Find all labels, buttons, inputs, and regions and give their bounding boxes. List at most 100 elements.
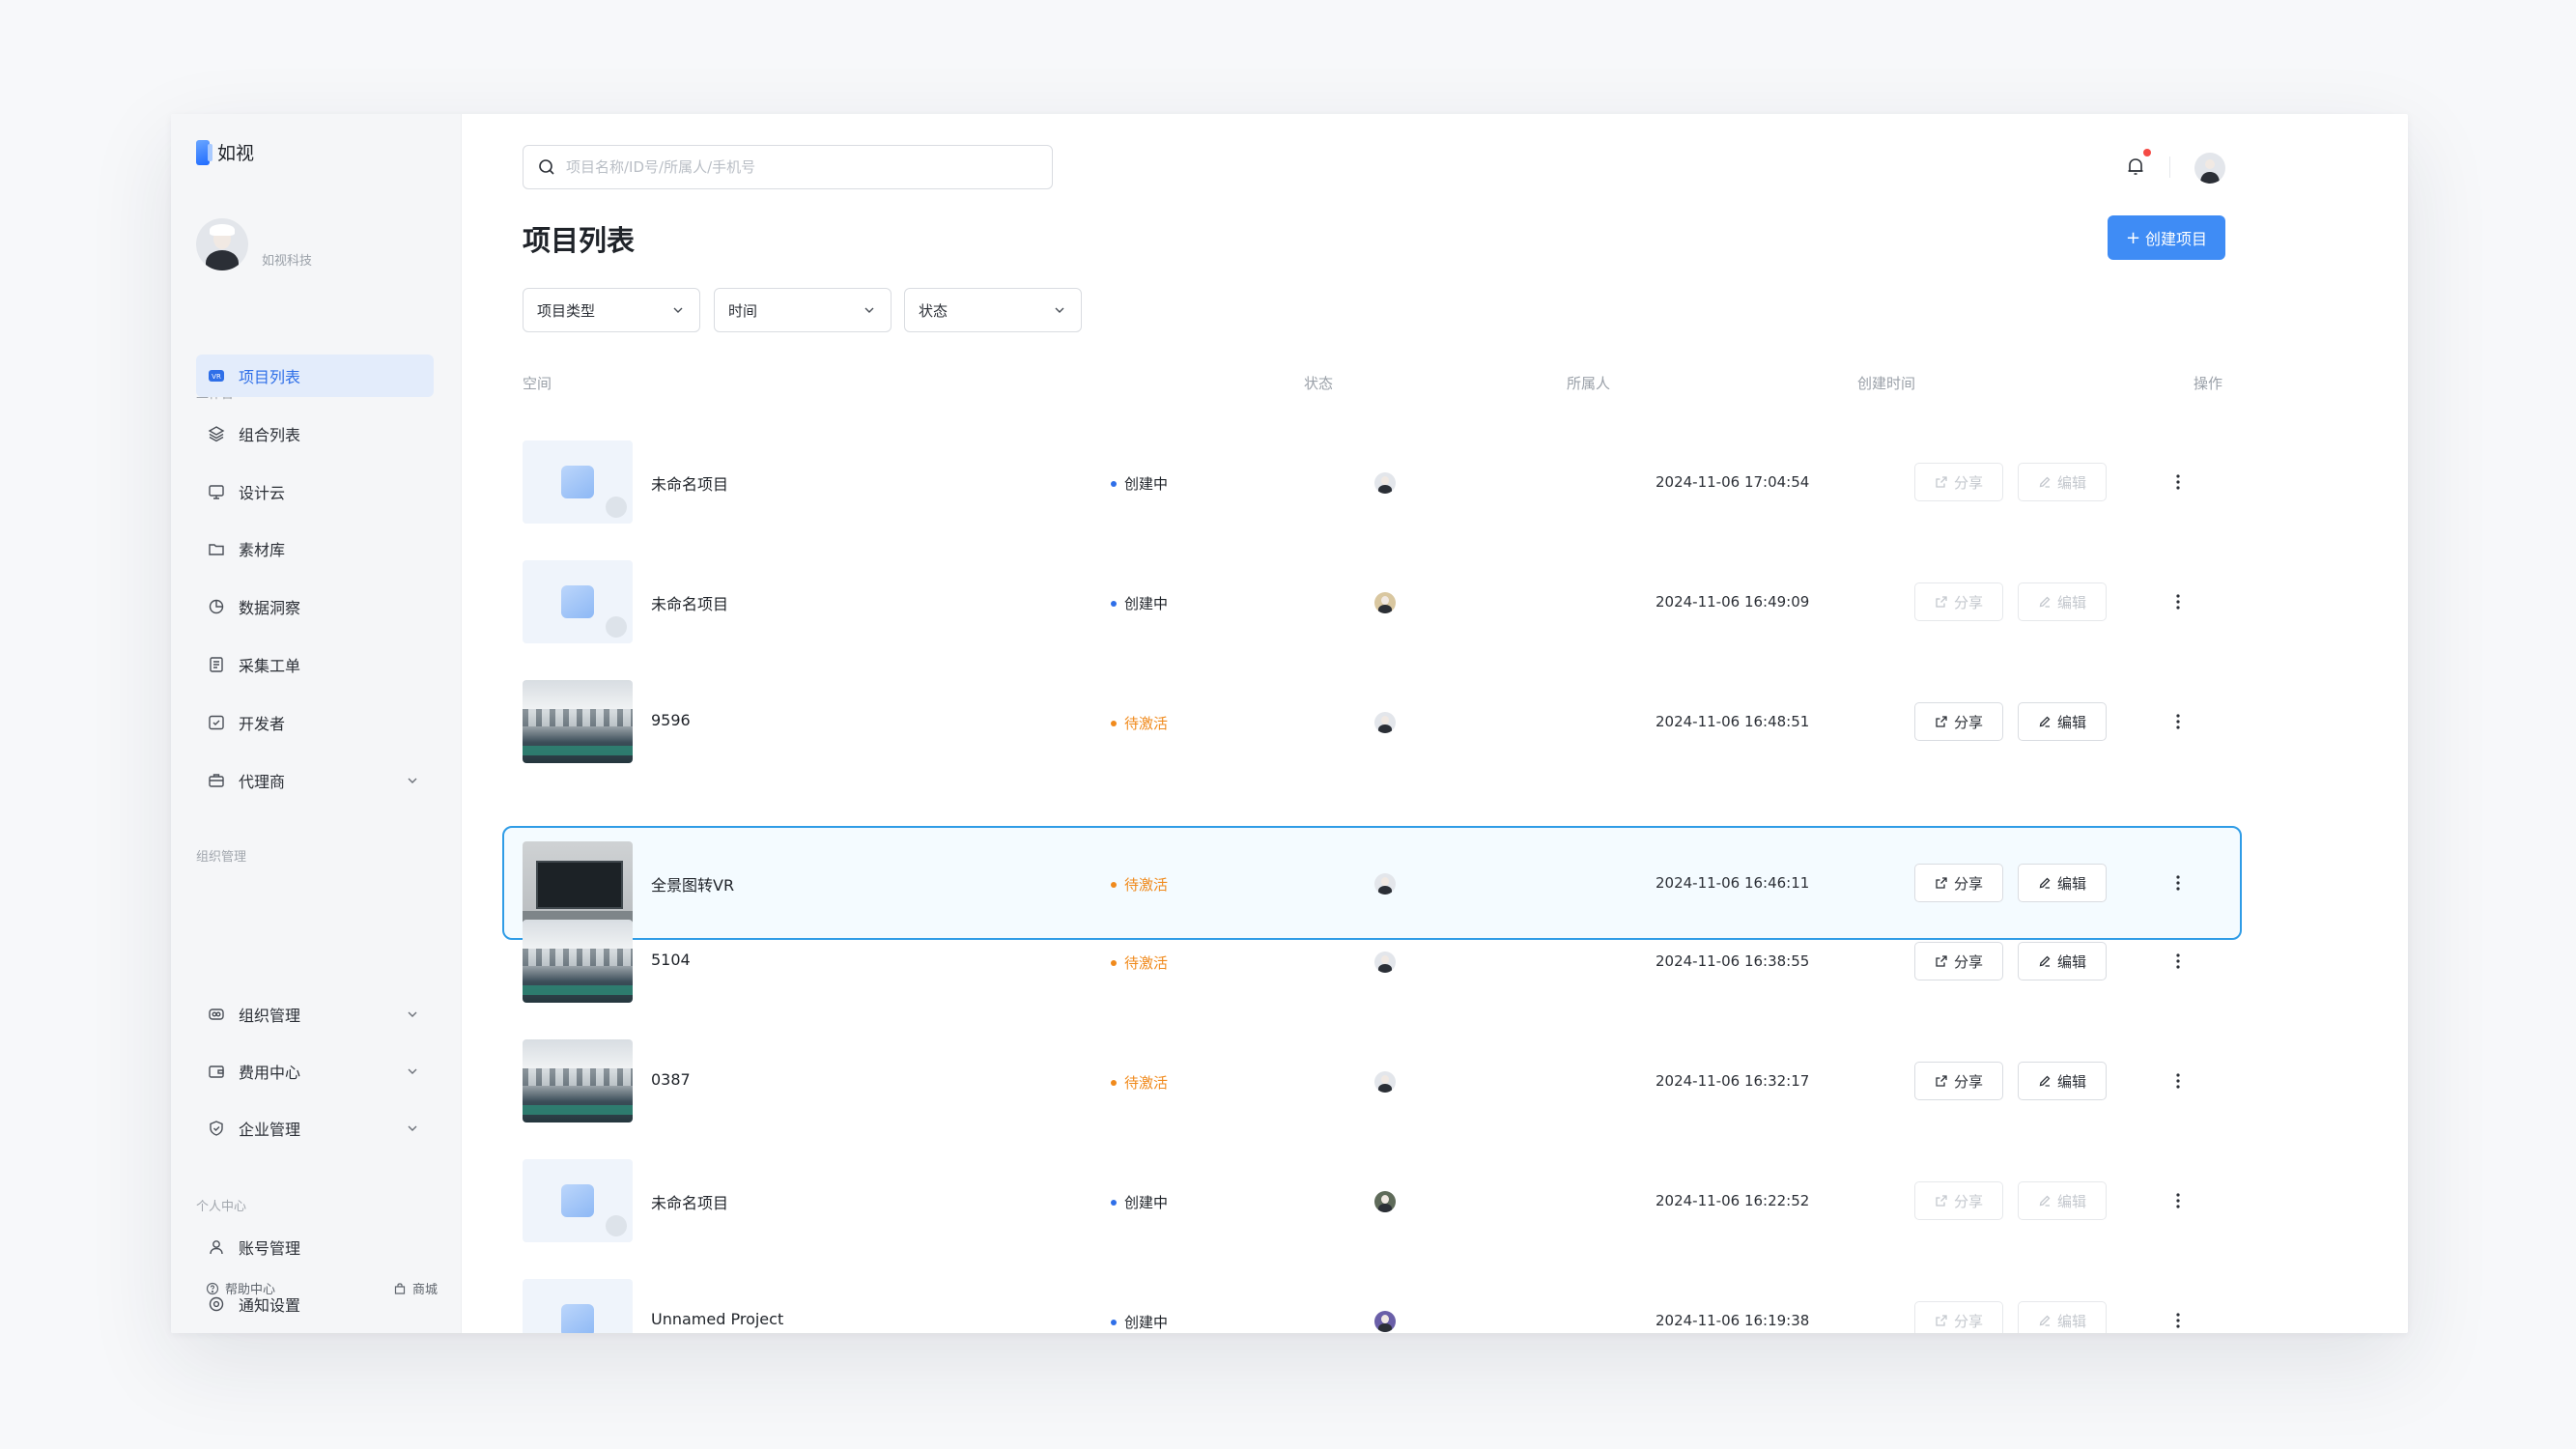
project-name[interactable]: 全景图转VR bbox=[651, 872, 734, 895]
share-icon bbox=[1935, 595, 1954, 609]
profile[interactable]: 如视科技 bbox=[196, 218, 312, 270]
sidebar-item-org-management[interactable]: 组织管理 bbox=[196, 993, 434, 1036]
help-center-link[interactable]: 帮助中心 bbox=[206, 1279, 275, 1297]
owner-avatar[interactable] bbox=[1374, 1071, 1396, 1093]
more-options-icon[interactable] bbox=[2167, 872, 2189, 894]
owner-avatar[interactable] bbox=[1374, 592, 1396, 613]
app-logo[interactable]: 如视 bbox=[196, 139, 254, 165]
table-row[interactable]: 5104 待激活 2024-11-06 16:38:55 分享 编辑 bbox=[523, 908, 2232, 1014]
create-project-button[interactable]: + 创建项目 bbox=[2108, 215, 2225, 260]
table-row[interactable]: 未命名项目 创建中 2024-11-06 16:49:09 分享 编辑 bbox=[523, 549, 2232, 655]
table-row[interactable]: 未命名项目 创建中 2024-11-06 17:04:54 分享 编辑 bbox=[523, 429, 2232, 535]
edit-button[interactable]: 编辑 bbox=[2018, 1181, 2107, 1220]
shop-link[interactable]: 商城 bbox=[393, 1279, 438, 1297]
chevron-down-icon[interactable] bbox=[405, 773, 420, 788]
more-options-icon[interactable] bbox=[2167, 471, 2189, 493]
share-button[interactable]: 分享 bbox=[1914, 942, 2003, 980]
edit-label: 编辑 bbox=[2056, 952, 2086, 971]
edit-label: 编辑 bbox=[2056, 473, 2086, 492]
edit-button[interactable]: 编辑 bbox=[2018, 942, 2107, 980]
chevron-down-icon bbox=[673, 307, 683, 313]
chevron-down-icon[interactable] bbox=[405, 1121, 420, 1136]
sidebar-item-billing[interactable]: 费用中心 bbox=[196, 1050, 434, 1093]
shop-icon bbox=[394, 1282, 406, 1294]
project-thumbnail[interactable] bbox=[523, 560, 633, 643]
project-name[interactable]: 9596 bbox=[651, 711, 691, 729]
share-button[interactable]: 分享 bbox=[1914, 864, 2003, 902]
divider bbox=[2169, 156, 2170, 178]
filter-time[interactable]: 时间 bbox=[714, 288, 892, 332]
table-row[interactable]: 未命名项目 创建中 2024-11-06 16:22:52 分享 编辑 bbox=[523, 1148, 2232, 1254]
sidebar-item-agent[interactable]: 代理商 bbox=[196, 759, 434, 802]
project-thumbnail[interactable] bbox=[523, 1039, 633, 1122]
project-name[interactable]: 0387 bbox=[651, 1070, 691, 1089]
owner-avatar[interactable] bbox=[1374, 1191, 1396, 1212]
project-name[interactable]: Unnamed Project bbox=[651, 1310, 783, 1328]
status-dot bbox=[1111, 1319, 1117, 1325]
owner-avatar[interactable] bbox=[1374, 873, 1396, 895]
share-icon bbox=[1935, 1074, 1954, 1088]
status-text: 创建中 bbox=[1124, 1314, 1169, 1331]
more-options-icon[interactable] bbox=[2167, 1310, 2189, 1331]
share-button[interactable]: 分享 bbox=[1914, 582, 2003, 621]
chevron-down-icon[interactable] bbox=[405, 1007, 420, 1022]
sidebar-item-enterprise[interactable]: 企业管理 bbox=[196, 1107, 434, 1150]
project-name[interactable]: 未命名项目 bbox=[651, 471, 728, 495]
project-thumbnail[interactable] bbox=[523, 440, 633, 524]
created-time: 2024-11-06 17:04:54 bbox=[1656, 473, 1810, 491]
project-name[interactable]: 未命名项目 bbox=[651, 591, 728, 614]
share-button[interactable]: 分享 bbox=[1914, 702, 2003, 741]
sidebar-item-capture-orders[interactable]: 采集工单 bbox=[196, 643, 434, 686]
share-label: 分享 bbox=[1953, 1192, 1983, 1210]
sidebar-item-label: 数据洞察 bbox=[239, 599, 301, 617]
status-badge: 创建中 bbox=[1111, 593, 1168, 613]
more-options-icon[interactable] bbox=[2167, 711, 2189, 732]
more-options-icon[interactable] bbox=[2167, 1190, 2189, 1211]
owner-avatar[interactable] bbox=[1374, 1311, 1396, 1332]
sidebar-item-developer[interactable]: 开发者 bbox=[196, 701, 434, 744]
search-input[interactable] bbox=[566, 158, 1030, 176]
more-options-icon[interactable] bbox=[2167, 951, 2189, 972]
search-box[interactable] bbox=[523, 145, 1053, 189]
share-button[interactable]: 分享 bbox=[1914, 1062, 2003, 1100]
owner-avatar[interactable] bbox=[1374, 472, 1396, 494]
sidebar-item-project-list[interactable]: VR 项目列表 bbox=[196, 355, 434, 397]
edit-button[interactable]: 编辑 bbox=[2018, 1062, 2107, 1100]
owner-avatar[interactable] bbox=[1374, 712, 1396, 733]
sidebar-item-combo-list[interactable]: 组合列表 bbox=[196, 412, 434, 455]
share-button[interactable]: 分享 bbox=[1914, 463, 2003, 501]
edit-icon bbox=[2038, 1194, 2057, 1208]
edit-button[interactable]: 编辑 bbox=[2018, 1301, 2107, 1333]
filter-project-type[interactable]: 项目类型 bbox=[523, 288, 700, 332]
edit-button[interactable]: 编辑 bbox=[2018, 582, 2107, 621]
sidebar-item-design-cloud[interactable]: 设计云 bbox=[196, 470, 434, 513]
project-name[interactable]: 5104 bbox=[651, 951, 691, 969]
edit-button[interactable]: 编辑 bbox=[2018, 864, 2107, 902]
app-name: 如视 bbox=[217, 143, 255, 164]
main-content: 项目列表 + 创建项目 项目类型 时间 状态 空间 状态 所属人 创建时间 操作… bbox=[462, 114, 2408, 1333]
more-options-icon[interactable] bbox=[2167, 591, 2189, 612]
project-thumbnail[interactable] bbox=[523, 1159, 633, 1242]
table-row[interactable]: 0387 待激活 2024-11-06 16:32:17 分享 编辑 bbox=[523, 1028, 2232, 1134]
project-thumbnail[interactable] bbox=[523, 680, 633, 763]
bell-icon[interactable] bbox=[2122, 153, 2149, 180]
chevron-down-icon[interactable] bbox=[405, 1064, 420, 1079]
edit-button[interactable]: 编辑 bbox=[2018, 463, 2107, 501]
sidebar-item-asset-library[interactable]: 素材库 bbox=[196, 527, 434, 570]
filter-status[interactable]: 状态 bbox=[904, 288, 1082, 332]
status-text: 待激活 bbox=[1124, 1074, 1169, 1092]
sidebar-item-data-insight[interactable]: 数据洞察 bbox=[196, 585, 434, 628]
edit-button[interactable]: 编辑 bbox=[2018, 702, 2107, 741]
share-button[interactable]: 分享 bbox=[1914, 1181, 2003, 1220]
project-name[interactable]: 未命名项目 bbox=[651, 1190, 728, 1213]
pie-chart-icon bbox=[208, 598, 225, 615]
table-row[interactable]: Unnamed Project 创建中 2024-11-06 16:19:38 分享 编… bbox=[523, 1267, 2232, 1333]
more-options-icon[interactable] bbox=[2167, 1070, 2189, 1092]
sidebar-item-account[interactable]: 账号管理 bbox=[196, 1226, 434, 1268]
owner-avatar[interactable] bbox=[1374, 952, 1396, 973]
user-avatar[interactable] bbox=[2194, 153, 2225, 184]
project-thumbnail[interactable] bbox=[523, 1279, 633, 1333]
table-row[interactable]: 9596 待激活 2024-11-06 16:48:51 分享 编辑 bbox=[523, 668, 2232, 775]
share-button[interactable]: 分享 bbox=[1914, 1301, 2003, 1333]
project-thumbnail[interactable] bbox=[523, 920, 633, 1003]
